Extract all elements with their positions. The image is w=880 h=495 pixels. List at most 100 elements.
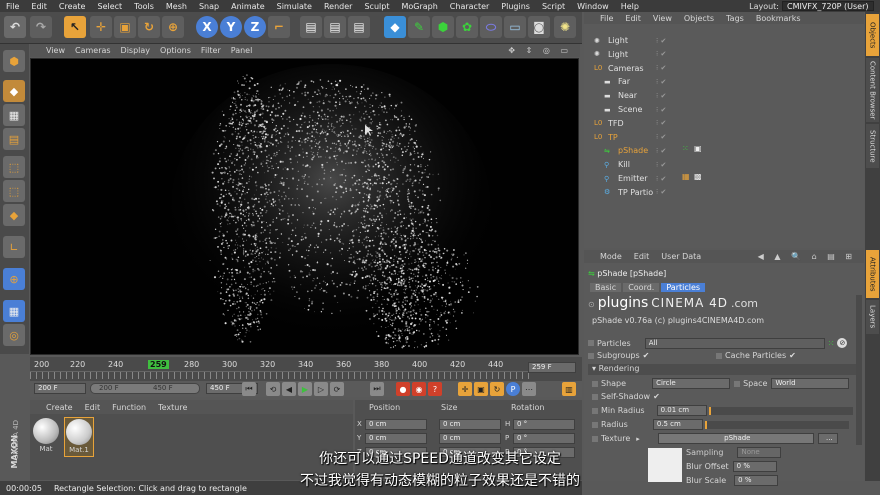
tab-objects[interactable]: Objects — [866, 14, 879, 56]
timeline-window-icon[interactable]: ▥ — [562, 382, 576, 396]
object-menu-tags[interactable]: Tags — [726, 14, 744, 23]
position-x-field[interactable]: 0 cm — [365, 419, 427, 430]
menu-snap[interactable]: Snap — [193, 2, 225, 11]
menu-script[interactable]: Script — [536, 2, 571, 11]
play-icon[interactable]: ▶ — [298, 382, 312, 396]
object-tag-icon[interactable]: ▦ — [682, 172, 690, 181]
radius-field[interactable]: 0.5 cm — [652, 419, 703, 430]
viewport-nav-icons[interactable]: ✥ ⇕ ◎ ▭ — [508, 46, 572, 55]
tab-attributes[interactable]: Attributes — [866, 250, 879, 298]
workplane-mode-icon[interactable]: ▤ — [3, 128, 25, 150]
object-row[interactable]: L0 TP ⁝ ✔ — [584, 131, 864, 144]
key-scale-icon[interactable]: ▣ — [474, 382, 488, 396]
next-key-icon[interactable]: ⟳ — [330, 382, 344, 396]
select-cursor-icon[interactable]: ↖ — [64, 16, 86, 38]
menu-plugins[interactable]: Plugins — [495, 2, 536, 11]
menu-render[interactable]: Render — [318, 2, 358, 11]
visibility-toggle-icon[interactable]: ⁝ ✔ — [656, 92, 666, 100]
object-name[interactable]: Light — [608, 36, 628, 45]
object-menu-objects[interactable]: Objects — [684, 14, 714, 23]
menu-window[interactable]: Window — [571, 2, 615, 11]
object-row[interactable]: ▬ Near ⁝ ✔ — [584, 89, 864, 102]
visibility-toggle-icon[interactable]: ⁝ ✔ — [656, 147, 666, 155]
viewport[interactable] — [30, 58, 579, 355]
object-row[interactable]: L0 Cameras ⁝ ✔ — [584, 62, 864, 75]
tab-structure[interactable]: Structure — [866, 124, 879, 168]
object-row[interactable]: ▬ Far ⁝ ✔ — [584, 75, 864, 88]
object-row[interactable]: ⇋ pShade ⁝ ✔ — [584, 144, 864, 157]
viewport-menu-filter[interactable]: Filter — [201, 46, 221, 55]
object-name[interactable]: Near — [618, 91, 637, 100]
menu-mograph[interactable]: MoGraph — [395, 2, 443, 11]
menu-simulate[interactable]: Simulate — [271, 2, 318, 11]
edges-mode-icon[interactable]: ⬚ — [3, 180, 25, 202]
material-menu-create[interactable]: Create — [46, 403, 73, 412]
redo-icon[interactable]: ↷ — [30, 16, 52, 38]
timeline-ruler[interactable]: 200 220 240 259 280 300 320 340 360 380 … — [30, 357, 582, 381]
visibility-toggle-icon[interactable]: ⁝ ✔ — [656, 175, 666, 183]
minradius-slider[interactable] — [708, 406, 853, 415]
object-tag-icon[interactable]: ▣ — [694, 144, 702, 153]
menu-mesh[interactable]: Mesh — [160, 2, 193, 11]
menu-select[interactable]: Select — [91, 2, 128, 11]
key-rotation-icon[interactable]: ↻ — [490, 382, 504, 396]
current-frame-marker[interactable]: 259 — [148, 360, 169, 369]
scale-icon[interactable]: ▣ — [114, 16, 136, 38]
go-to-end-icon[interactable]: ⏭ — [370, 382, 384, 396]
menu-edit[interactable]: Edit — [25, 2, 53, 11]
visibility-toggle-icon[interactable]: ⁝ ✔ — [656, 78, 666, 86]
coordinate-system-icon[interactable]: ⌐ — [268, 16, 290, 38]
shape-dropdown[interactable]: Circle — [652, 378, 731, 389]
key-pla-icon[interactable]: ⋯ — [522, 382, 536, 396]
selfshadow-checkbox[interactable]: ✔ — [653, 392, 660, 401]
object-row[interactable]: ✺ Light ⁝ ✔ — [584, 48, 864, 61]
y-axis-button[interactable]: Y — [220, 16, 242, 38]
object-tag-icon[interactable]: ▩ — [694, 172, 702, 181]
model-mode-icon[interactable]: ◆ — [3, 80, 25, 102]
next-frame-icon[interactable]: ▷ — [314, 382, 328, 396]
texture-browse-button[interactable]: ... — [817, 433, 838, 444]
axis-mode-icon[interactable]: ∟ — [3, 236, 25, 258]
object-name[interactable]: Emitter — [618, 174, 648, 183]
viewport-menu-panel[interactable]: Panel — [231, 46, 253, 55]
cube-icon[interactable]: ◆ — [384, 16, 406, 38]
snap-icon[interactable]: ⊕ — [3, 268, 25, 290]
material-menu-texture[interactable]: Texture — [158, 403, 187, 412]
current-frame-field[interactable]: 259 F — [528, 362, 576, 373]
attribute-menu-edit[interactable]: Edit — [634, 252, 650, 261]
visibility-toggle-icon[interactable]: ⁝ ✔ — [656, 37, 666, 45]
solo-icon[interactable]: ◎ — [3, 324, 25, 346]
texture-field[interactable]: pShade — [657, 433, 814, 444]
menu-help[interactable]: Help — [615, 2, 645, 11]
position-y-field[interactable]: 0 cm — [365, 433, 427, 444]
particles-pick-icon[interactable]: ⁙ — [828, 339, 835, 348]
start-frame-field[interactable]: 200 F — [34, 383, 86, 394]
object-menu-file[interactable]: File — [600, 14, 613, 23]
render-view-icon[interactable]: ▤ — [300, 16, 322, 38]
object-name[interactable]: TFD — [608, 119, 624, 128]
menu-sculpt[interactable]: Sculpt — [358, 2, 395, 11]
attribute-menu-userdata[interactable]: User Data — [661, 252, 701, 261]
move-icon[interactable]: ✛ — [90, 16, 112, 38]
rotate-icon[interactable]: ↻ — [138, 16, 160, 38]
radius-slider[interactable] — [704, 420, 849, 429]
texture-arrow-icon[interactable]: ▸ — [636, 435, 640, 443]
autokey-icon[interactable]: ◉ — [412, 382, 426, 396]
object-name[interactable]: Cameras — [608, 64, 644, 73]
material-menu-edit[interactable]: Edit — [85, 403, 101, 412]
keyframe-selection-icon[interactable]: ? — [428, 382, 442, 396]
z-axis-button[interactable]: Z — [244, 16, 266, 38]
x-axis-button[interactable]: X — [196, 16, 218, 38]
cache-checkbox[interactable]: ✔ — [789, 351, 796, 360]
points-mode-icon[interactable]: ⬚ — [3, 156, 25, 178]
undo-icon[interactable]: ↶ — [4, 16, 26, 38]
size-x-field[interactable]: 0 cm — [439, 419, 501, 430]
tab-basic[interactable]: Basic — [590, 283, 622, 292]
record-icon[interactable]: ● — [396, 382, 410, 396]
minradius-field[interactable]: 0.01 cm — [656, 405, 707, 416]
object-name[interactable]: TP — [608, 133, 618, 142]
menu-tools[interactable]: Tools — [128, 2, 160, 11]
attribute-menu-mode[interactable]: Mode — [600, 252, 622, 261]
attribute-scrollbar[interactable] — [856, 295, 862, 445]
visibility-toggle-icon[interactable]: ⁝ ✔ — [656, 188, 666, 196]
